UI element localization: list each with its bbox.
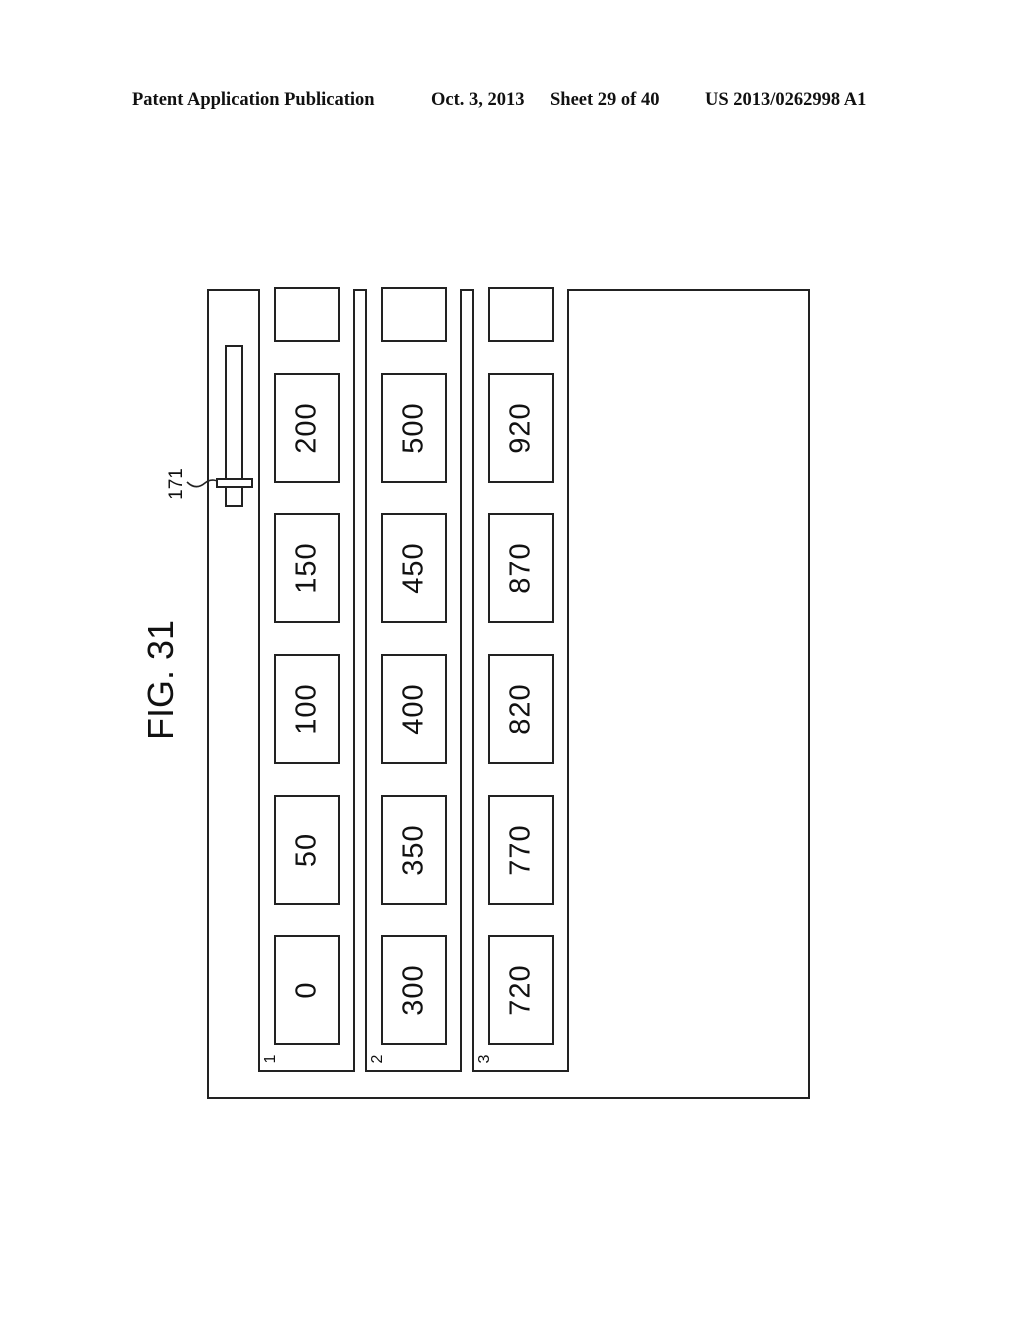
cell-value: 820 xyxy=(504,683,537,735)
cell-value: 400 xyxy=(397,683,430,735)
cell-value: 450 xyxy=(397,542,430,594)
cell-value: 50 xyxy=(290,832,323,868)
strip-number-text: 2 xyxy=(369,1054,386,1064)
strip-number: 3 xyxy=(476,1052,493,1066)
strip-number-text: 1 xyxy=(262,1054,279,1064)
cell[interactable]: 100 xyxy=(274,654,340,764)
cell-partial[interactable] xyxy=(381,287,447,342)
strip-2: 500 450 400 350 300 2 xyxy=(365,287,462,1072)
publication-label: Patent Application Publication xyxy=(132,90,375,110)
cell-value: 870 xyxy=(504,542,537,594)
cell-value: 720 xyxy=(504,964,537,1016)
cell[interactable]: 350 xyxy=(381,795,447,905)
publication-date: Oct. 3, 2013 xyxy=(431,90,525,110)
cell[interactable]: 200 xyxy=(274,373,340,483)
cell[interactable]: 920 xyxy=(488,373,554,483)
cell-partial[interactable] xyxy=(274,287,340,342)
patent-number: US 2013/0262998 A1 xyxy=(705,90,867,110)
cell[interactable]: 820 xyxy=(488,654,554,764)
strip-1: 200 150 100 50 0 1 xyxy=(258,287,355,1072)
cell-value: 920 xyxy=(504,402,537,454)
cell[interactable]: 50 xyxy=(274,795,340,905)
cell[interactable]: 720 xyxy=(488,935,554,1045)
figure-title-text: FIG. 31 xyxy=(140,619,181,741)
cell[interactable]: 300 xyxy=(381,935,447,1045)
cell[interactable]: 870 xyxy=(488,513,554,623)
strip-number: 2 xyxy=(369,1052,386,1066)
cell[interactable]: 450 xyxy=(381,513,447,623)
cell-value: 100 xyxy=(290,683,323,735)
cell-value: 500 xyxy=(397,402,430,454)
cell[interactable]: 400 xyxy=(381,654,447,764)
cell-partial[interactable] xyxy=(488,287,554,342)
cell[interactable]: 0 xyxy=(274,935,340,1045)
cell-value: 0 xyxy=(290,981,323,999)
cell[interactable]: 150 xyxy=(274,513,340,623)
strip-3: 920 870 820 770 720 3 xyxy=(472,287,569,1072)
cell[interactable]: 500 xyxy=(381,373,447,483)
cell[interactable]: 770 xyxy=(488,795,554,905)
cell-value: 300 xyxy=(397,964,430,1016)
slider-thumb[interactable] xyxy=(216,478,253,488)
sheet-number: Sheet 29 of 40 xyxy=(550,90,660,110)
cell-value: 200 xyxy=(290,402,323,454)
strip-number-text: 3 xyxy=(476,1054,493,1064)
cell-value: 350 xyxy=(397,824,430,876)
cell-value: 150 xyxy=(290,542,323,594)
strip-number: 1 xyxy=(262,1052,279,1066)
cell-value: 770 xyxy=(504,824,537,876)
figure-title: FIG. 31 xyxy=(140,620,181,740)
